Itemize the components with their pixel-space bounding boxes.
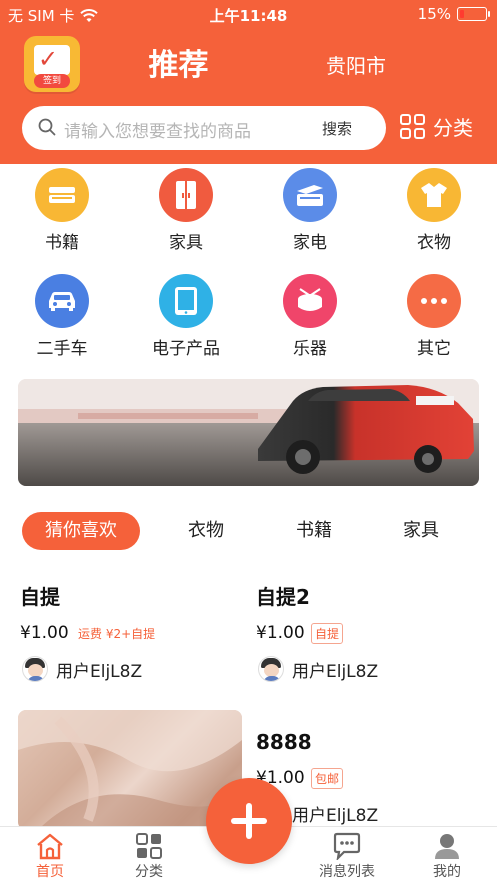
category-books[interactable]: 书籍	[12, 168, 112, 253]
category-label: 书籍	[45, 233, 79, 253]
category-label: 家具	[169, 233, 203, 253]
nav-label: 首页	[36, 864, 64, 880]
car-icon	[35, 274, 89, 328]
seller-info[interactable]: 用户EljL8Z	[22, 656, 142, 682]
product-title[interactable]: 自提	[20, 581, 60, 610]
category-appliances[interactable]: 家电	[260, 168, 360, 253]
category-label: 电子产品	[152, 339, 220, 359]
car-banner-image	[18, 379, 479, 486]
seller-name: 用户EljL8Z	[292, 661, 379, 682]
category-electronics[interactable]: 电子产品	[136, 274, 236, 359]
wardrobe-icon	[159, 168, 213, 222]
category-button-label: 分类	[433, 116, 473, 140]
category-label: 二手车	[36, 339, 88, 359]
battery-percent: 15%	[417, 5, 451, 23]
nav-label: 我的	[433, 864, 461, 880]
nav-category[interactable]: 分类	[109, 831, 189, 881]
nav-label: 消息列表	[319, 864, 375, 880]
category-furniture[interactable]: 家具	[136, 168, 236, 253]
tablet-icon	[159, 274, 213, 328]
category-label: 衣物	[417, 233, 451, 253]
grid-icon	[400, 114, 425, 139]
tab-furniture[interactable]: 家具	[381, 512, 461, 550]
seller-name: 用户EljL8Z	[292, 805, 379, 826]
more-icon	[407, 274, 461, 328]
category-button[interactable]: 分类	[400, 112, 473, 141]
feed-tabs: 猜你喜欢 衣物 书籍 家具	[0, 512, 497, 552]
seller-info[interactable]: 用户EljL8Z	[258, 656, 378, 682]
shipping-tag: 运费 ¥2+自提	[78, 627, 156, 641]
tab-books[interactable]: 书籍	[274, 512, 354, 550]
product-price: ¥1.00	[20, 623, 69, 643]
tab-guess-you-like[interactable]: 猜你喜欢	[22, 512, 140, 550]
shipping-tag: 自提	[311, 623, 344, 644]
product-title[interactable]: 8888	[256, 730, 312, 754]
category-label: 乐器	[293, 339, 327, 359]
page-title: 推荐	[148, 48, 209, 83]
category-clothing[interactable]: 衣物	[384, 168, 484, 253]
product-price: ¥1.00	[256, 623, 305, 643]
product-title[interactable]: 自提2	[256, 581, 310, 610]
home-icon	[10, 831, 90, 861]
category-used-cars[interactable]: 二手车	[12, 274, 112, 359]
shirt-icon	[407, 168, 461, 222]
tab-clothing[interactable]: 衣物	[166, 512, 246, 550]
nav-profile[interactable]: 我的	[407, 831, 487, 881]
search-icon	[38, 118, 56, 136]
search-input[interactable]: 请输入您想要查找的商品	[64, 117, 251, 142]
seller-name: 用户EljL8Z	[56, 661, 143, 682]
drum-icon	[283, 274, 337, 328]
nav-home[interactable]: 首页	[10, 831, 90, 881]
battery-icon	[457, 7, 490, 21]
publish-button[interactable]	[206, 778, 292, 864]
search-button[interactable]: 搜索	[322, 118, 352, 139]
avatar	[258, 656, 284, 682]
header: 无 SIM 卡 上午11:48 15% ✓ 签到 推荐 贵阳市 请输入您想要查找…	[0, 0, 497, 164]
category-grid-icon	[109, 831, 189, 861]
search-bar[interactable]: 请输入您想要查找的商品 搜索	[22, 106, 386, 150]
avatar	[22, 656, 48, 682]
appliance-icon	[283, 168, 337, 222]
status-bar: 无 SIM 卡 上午11:48 15%	[0, 0, 497, 28]
city-selector[interactable]: 贵阳市	[326, 50, 386, 79]
user-icon	[407, 831, 487, 861]
nav-messages[interactable]: 消息列表	[307, 831, 387, 881]
promo-banner[interactable]	[18, 379, 479, 486]
shipping-tag: 包邮	[311, 768, 344, 789]
category-label: 其它	[417, 339, 451, 359]
category-label: 家电	[293, 233, 327, 253]
book-icon	[35, 168, 89, 222]
category-other[interactable]: 其它	[384, 274, 484, 359]
nav-label: 分类	[135, 864, 163, 880]
chat-icon	[307, 831, 387, 861]
category-instruments[interactable]: 乐器	[260, 274, 360, 359]
